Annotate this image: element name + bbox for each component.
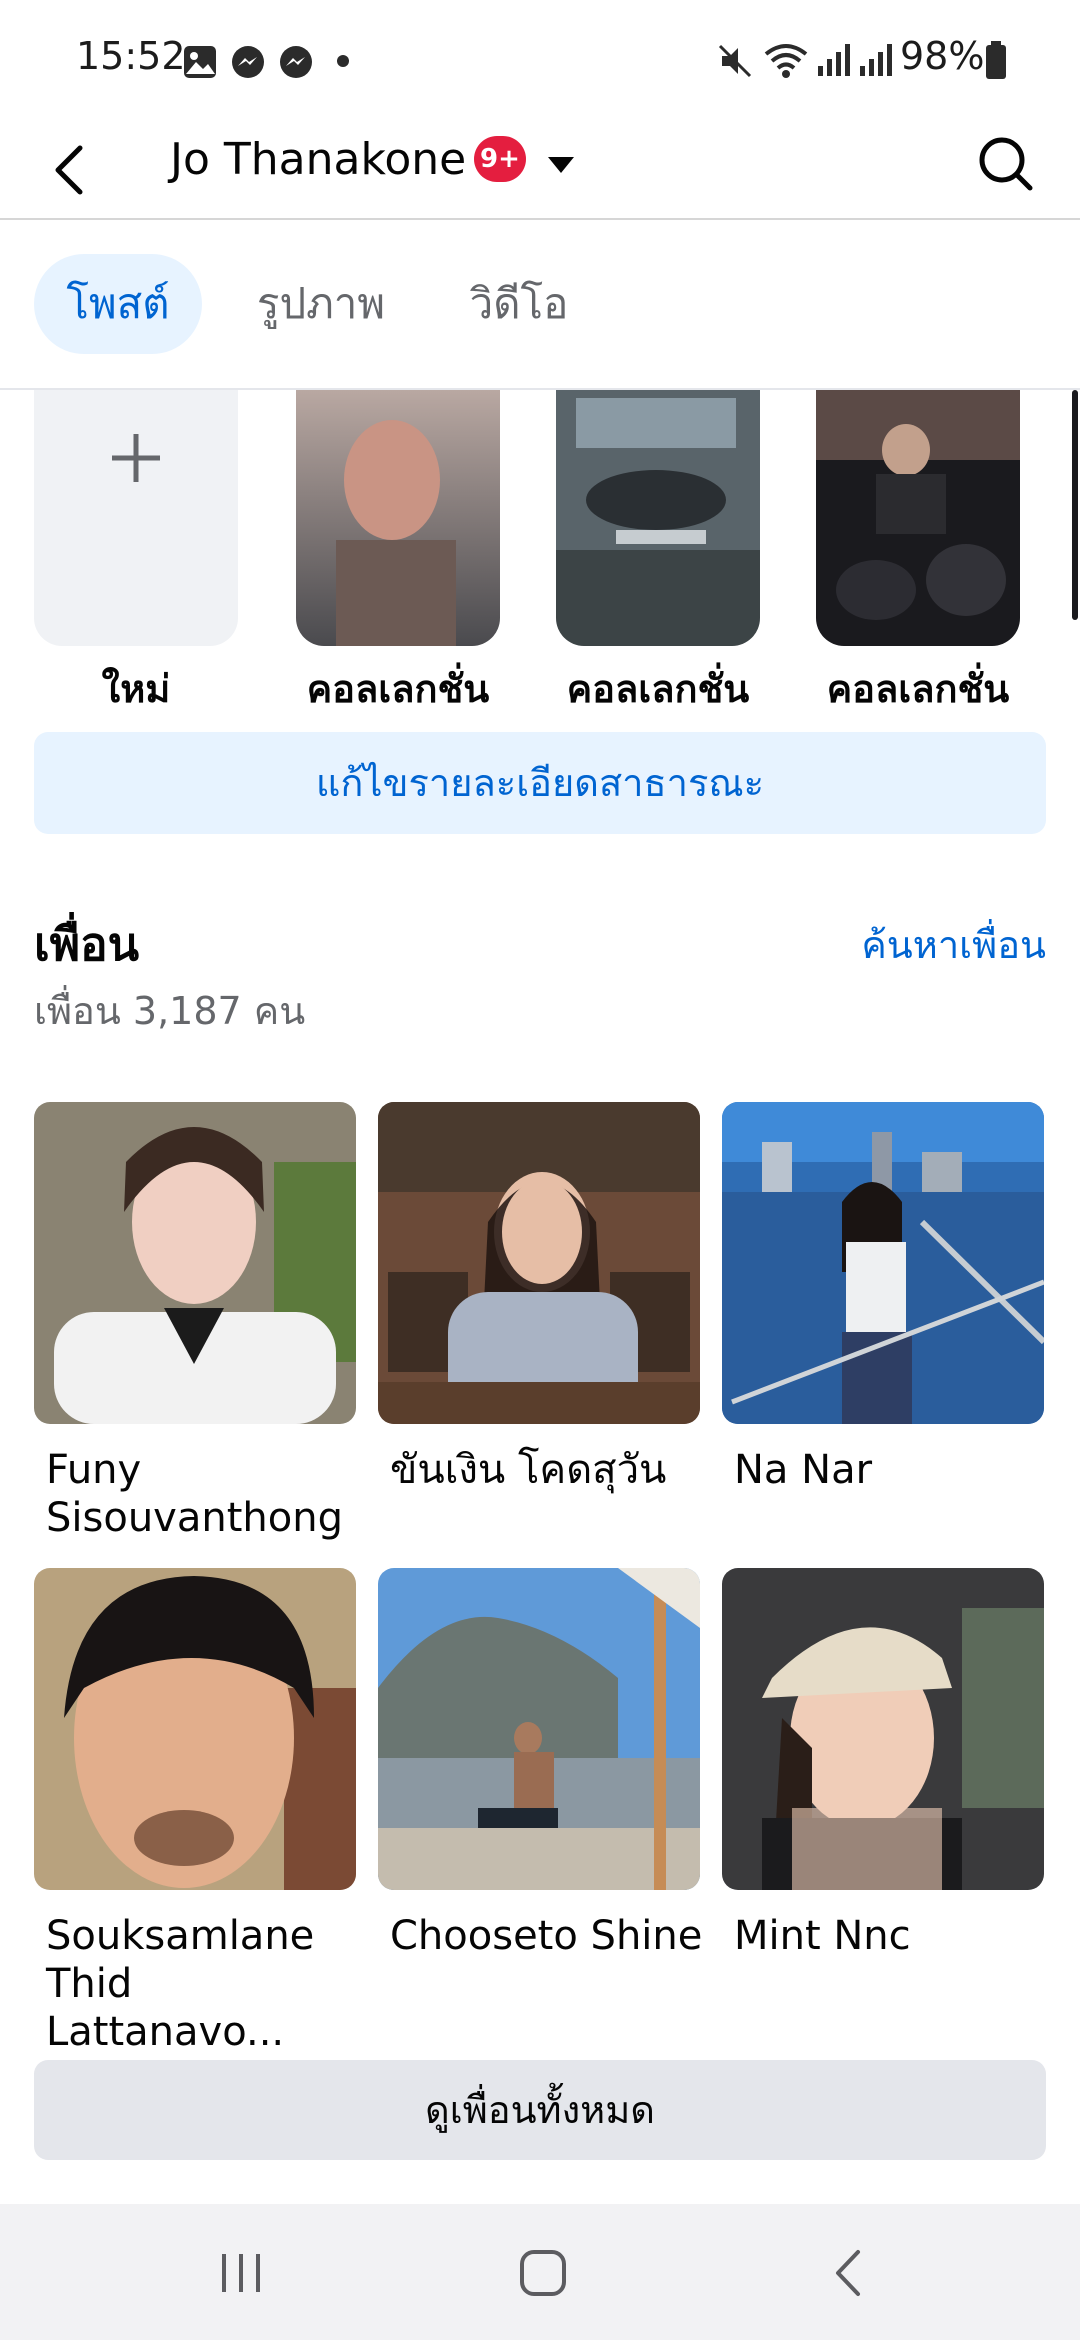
tab-videos[interactable]: วิดีโอ — [448, 254, 590, 354]
back-button[interactable] — [40, 130, 110, 210]
wifi-icon — [764, 44, 808, 78]
system-back-icon[interactable] — [826, 2248, 872, 2298]
friend-photo[interactable] — [378, 1568, 700, 1890]
friend-photo[interactable] — [34, 1102, 356, 1424]
friend-avatar — [378, 1102, 700, 1424]
friend-avatar — [378, 1568, 700, 1890]
friends-count: เพื่อน 3,187 คน — [34, 989, 306, 1033]
collection-card[interactable] — [816, 390, 1020, 646]
friend-name[interactable]: Na Nar — [734, 1446, 1064, 1494]
find-friends-link[interactable]: ค้นหาเพื่อน — [861, 914, 1046, 975]
friend-name[interactable]: Souksamlane Thid Lattanavo... — [46, 1912, 376, 2056]
collection-label: คอลเลกชั่น — [306, 667, 490, 711]
collection-thumbnail — [296, 390, 500, 646]
friend-photo[interactable] — [722, 1102, 1044, 1424]
messenger-icon — [280, 46, 312, 78]
search-button[interactable] — [970, 128, 1042, 200]
notification-badge: 9+ — [474, 136, 526, 182]
friends-section-title: เพื่อน — [34, 917, 140, 971]
battery-level: 98% — [900, 34, 985, 78]
profile-tabs: โพสต์ รูปภาพ วิดีโอ — [0, 222, 1080, 390]
tab-photos[interactable]: รูปภาพ — [236, 254, 406, 354]
home-icon[interactable] — [518, 2248, 568, 2298]
plus-icon — [112, 434, 160, 482]
status-bar: 15:52 98% — [0, 0, 1080, 120]
back-arrow-icon — [55, 145, 83, 195]
collection-thumbnail — [816, 390, 1020, 646]
friend-avatar — [34, 1568, 356, 1890]
new-collection-button[interactable] — [34, 390, 238, 646]
edit-public-details-button[interactable]: แก้ไขรายละเอียดสาธารณะ — [34, 732, 1046, 834]
system-nav-bar — [0, 2204, 1080, 2340]
see-all-friends-button[interactable]: ดูเพื่อนทั้งหมด — [34, 2060, 1046, 2160]
dot-icon — [337, 55, 349, 67]
recent-apps-icon[interactable] — [216, 2250, 266, 2296]
profile-name[interactable]: Jo Thanakone — [170, 134, 466, 185]
friend-avatar — [722, 1102, 1044, 1424]
caret-down-icon[interactable] — [546, 154, 576, 176]
tab-posts[interactable]: โพสต์ — [34, 254, 202, 354]
collection-card[interactable] — [296, 390, 500, 646]
gallery-icon — [184, 46, 216, 78]
friend-avatar — [722, 1568, 1044, 1890]
mute-icon — [718, 44, 752, 78]
friend-name[interactable]: Mint Nnc — [734, 1912, 1064, 1960]
signal-icon — [818, 44, 850, 76]
collection-card[interactable] — [556, 390, 760, 646]
collection-label: คอลเลกชั่น — [826, 667, 1010, 711]
collection-thumbnail — [556, 390, 760, 646]
collection-card-partial — [1072, 390, 1078, 620]
new-collection-label: ใหม่ — [101, 667, 171, 711]
friend-name[interactable]: Chooseto Shine — [390, 1912, 720, 1960]
friend-photo[interactable] — [722, 1568, 1044, 1890]
friend-photo[interactable] — [378, 1102, 700, 1424]
collection-label: คอลเลกชั่น — [566, 667, 750, 711]
profile-header: Jo Thanakone 9+ — [0, 120, 1080, 220]
search-icon — [979, 137, 1033, 191]
messenger-icon — [232, 46, 264, 78]
friend-name[interactable]: ขันเงิน โคดสุวัน — [390, 1446, 720, 1494]
battery-icon — [986, 41, 1006, 79]
friend-avatar — [34, 1102, 356, 1424]
friend-photo[interactable] — [34, 1568, 356, 1890]
friend-name[interactable]: Funy Sisouvanthong — [46, 1446, 376, 1542]
signal-icon — [860, 44, 892, 76]
status-time: 15:52 — [76, 34, 186, 78]
